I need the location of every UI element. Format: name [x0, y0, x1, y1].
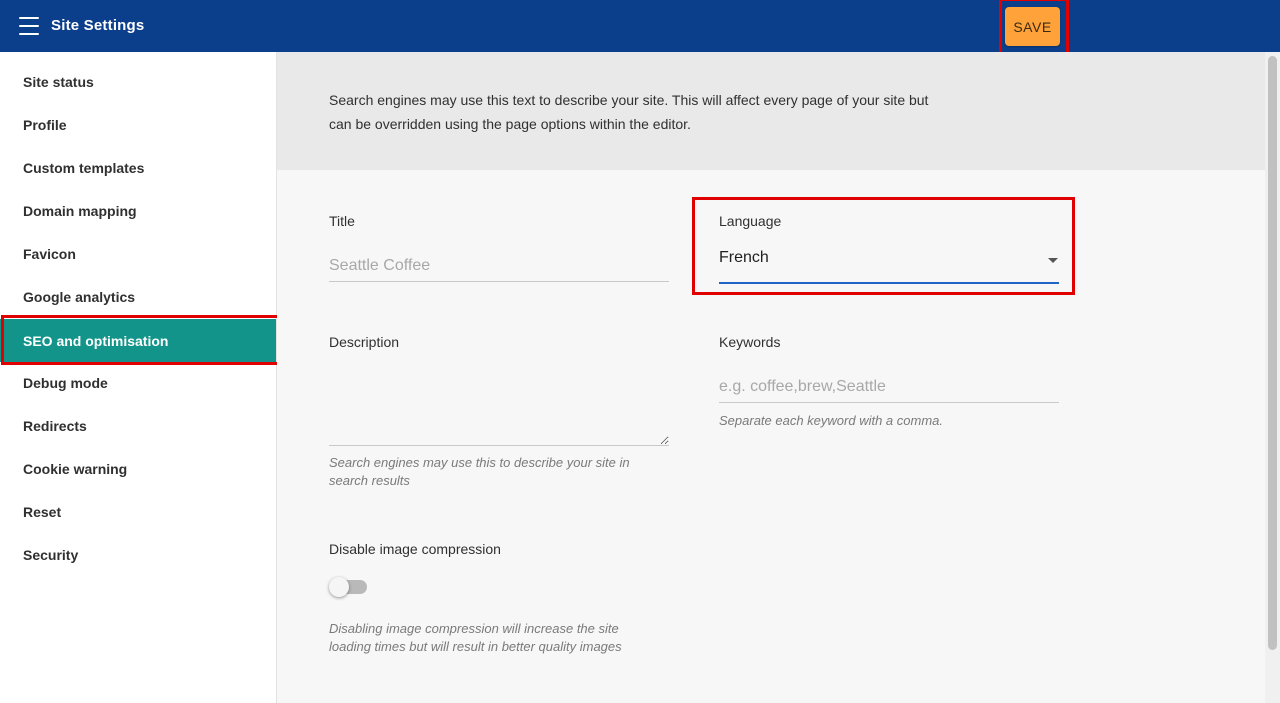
sidebar-item-site-status[interactable]: Site status — [0, 60, 276, 103]
description-hint: Search engines may use this to describe … — [329, 455, 630, 488]
sidebar-item-profile[interactable]: Profile — [0, 103, 276, 146]
description-label: Description — [329, 334, 400, 350]
seo-settings-panel: Search engines may use this text to desc… — [277, 52, 1265, 703]
top-app-bar: Site Settings SAVE — [0, 0, 1280, 56]
intro-banner: Search engines may use this text to desc… — [277, 52, 1265, 170]
sidebar-item-debug-mode[interactable]: Debug mode — [0, 361, 276, 404]
language-select[interactable]: French — [719, 241, 1059, 284]
sidebar-item-google-analytics[interactable]: Google analytics — [0, 275, 276, 318]
sidebar-item-security[interactable]: Security — [0, 533, 276, 576]
app-title: Site Settings — [51, 17, 145, 34]
image-compression-label: Disable image compression — [329, 541, 501, 557]
sidebar-item-domain-mapping[interactable]: Domain mapping — [0, 189, 276, 232]
keywords-label: Keywords — [719, 334, 781, 350]
sidebar-item-seo-and-optimisation[interactable]: SEO and optimisation — [0, 319, 276, 362]
language-label: Language — [719, 213, 782, 229]
keywords-input[interactable] — [719, 371, 1059, 403]
language-selected-value: French — [719, 249, 769, 266]
description-textarea[interactable] — [329, 362, 669, 446]
dropdown-arrow-icon — [1048, 258, 1058, 263]
sidebar-item-cookie-warning[interactable]: Cookie warning — [0, 447, 276, 490]
image-compression-hint: Disabling image compression will increas… — [329, 621, 622, 654]
sidebar-item-redirects[interactable]: Redirects — [0, 404, 276, 447]
hamburger-menu-icon[interactable] — [19, 17, 39, 35]
intro-text: Search engines may use this text to desc… — [329, 92, 929, 132]
scrollbar-thumb[interactable] — [1268, 56, 1277, 650]
sidebar-item-custom-templates[interactable]: Custom templates — [0, 146, 276, 189]
title-label: Title — [329, 213, 355, 229]
sidebar-item-reset[interactable]: Reset — [0, 490, 276, 533]
save-button[interactable]: SAVE — [1005, 7, 1060, 46]
toggle-knob — [329, 577, 349, 597]
keywords-hint: Separate each keyword with a comma. — [719, 413, 943, 428]
title-input[interactable] — [329, 250, 669, 282]
settings-sidebar: Site status Profile Custom templates Dom… — [0, 52, 277, 703]
sidebar-item-favicon[interactable]: Favicon — [0, 232, 276, 275]
page-scrollbar[interactable] — [1265, 52, 1280, 703]
image-compression-toggle[interactable] — [329, 577, 369, 598]
